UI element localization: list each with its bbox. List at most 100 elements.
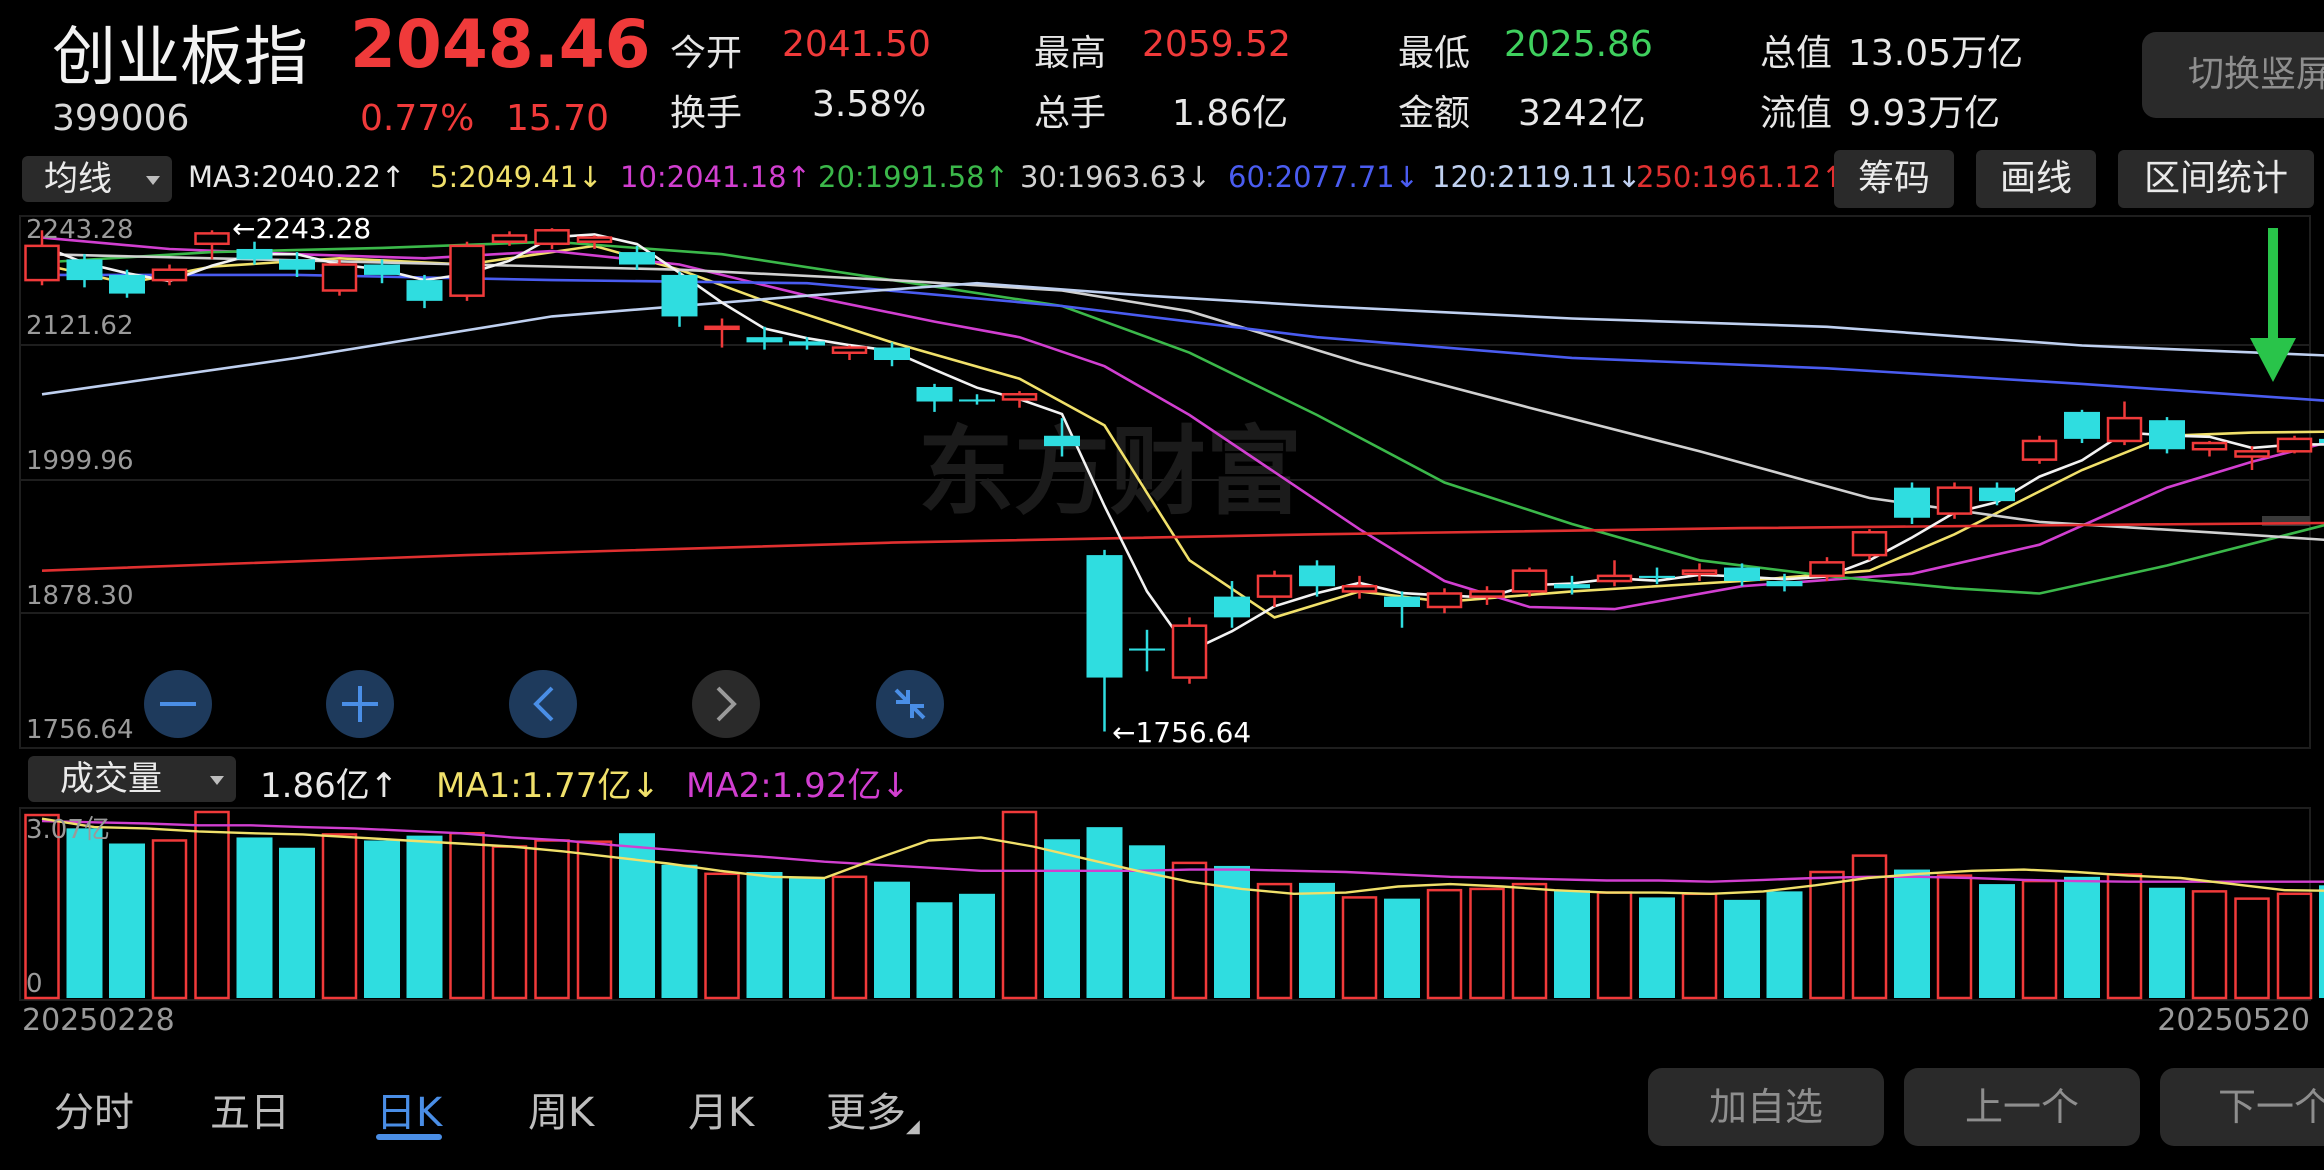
candle-body-up bbox=[1511, 569, 1548, 593]
volume-bar-up bbox=[1936, 874, 1973, 1000]
volume-bar-up bbox=[2191, 890, 2228, 1000]
volume-bar-up bbox=[704, 872, 740, 1000]
candle-body-up bbox=[2191, 441, 2228, 451]
volume-bar-up bbox=[1469, 887, 1505, 1000]
scroll-left-button[interactable] bbox=[509, 670, 577, 738]
volume-bar-down bbox=[2319, 885, 2324, 998]
volume-bar-up bbox=[831, 875, 868, 1000]
caret-down-icon: ◢ bbox=[906, 1116, 920, 1137]
volume-bar-down bbox=[874, 881, 910, 998]
add-watchlist-button[interactable]: 加自选 bbox=[1648, 1068, 1884, 1146]
candle-body-up bbox=[1596, 574, 1633, 583]
candle-body-down bbox=[236, 248, 273, 260]
volume-bar-up bbox=[2276, 892, 2313, 1000]
candle-body-down bbox=[789, 341, 825, 346]
candle-body-up bbox=[1001, 393, 1038, 401]
candle-body-down bbox=[1384, 596, 1420, 607]
volume-bar-down bbox=[2149, 887, 2185, 998]
tab-more-label: 更多 bbox=[826, 1090, 906, 1136]
candle-body-up bbox=[491, 234, 528, 243]
candle-body-down bbox=[1639, 575, 1675, 578]
volume-bar-up bbox=[151, 839, 188, 1000]
previous-button[interactable]: 上一个 bbox=[1904, 1068, 2140, 1146]
start-date: 20250228 bbox=[22, 1003, 175, 1038]
volume-bar-down bbox=[1129, 845, 1165, 998]
tab-weekly-k[interactable]: 周K bbox=[528, 1080, 594, 1138]
volume-bar-down bbox=[789, 878, 825, 998]
scroll-right-button[interactable] bbox=[692, 670, 760, 738]
volume-bar-up bbox=[321, 833, 358, 1000]
candle-body-up bbox=[1851, 531, 1888, 557]
candle-body-down bbox=[1554, 584, 1590, 589]
volume-bar-up bbox=[1256, 882, 1293, 1000]
volume-bar-down bbox=[364, 840, 400, 998]
tab-more[interactable]: 更多◢ bbox=[826, 1080, 920, 1138]
active-tab-indicator bbox=[376, 1134, 442, 1140]
candle-body-down bbox=[2149, 420, 2185, 450]
candle-body-up bbox=[2276, 437, 2313, 453]
candle-body-down bbox=[406, 280, 443, 301]
candle-body-up bbox=[1809, 561, 1845, 578]
volume-bar-up bbox=[2106, 873, 2143, 1000]
volume-bar-up bbox=[2021, 879, 2058, 1000]
candle-body-up bbox=[1681, 569, 1718, 576]
candle-body-up bbox=[831, 346, 868, 354]
candle-body-down bbox=[2064, 411, 2100, 439]
volume-bar-up bbox=[2234, 897, 2270, 1000]
volume-bar-down bbox=[1639, 897, 1675, 998]
candle-body-up bbox=[576, 236, 613, 243]
volume-bar-down bbox=[66, 828, 103, 998]
candle-body-down bbox=[364, 264, 400, 275]
tab-daily-k[interactable]: 日K bbox=[376, 1080, 442, 1138]
end-date: 20250520 bbox=[2157, 1003, 2310, 1038]
candle-body-up bbox=[1469, 590, 1505, 598]
volume-bar-up bbox=[1426, 888, 1463, 1000]
volume-bar-down bbox=[916, 902, 953, 998]
volume-bar-down bbox=[1766, 891, 1803, 998]
reset-zoom-button[interactable] bbox=[876, 670, 944, 738]
zoom-out-button[interactable] bbox=[144, 670, 212, 738]
zoom-in-button[interactable] bbox=[326, 670, 394, 738]
volume-value: 1.86亿↑ bbox=[260, 766, 399, 806]
tab-intraday[interactable]: 分时 bbox=[54, 1080, 134, 1138]
price-axis-label: 2243.28 bbox=[26, 215, 134, 245]
volume-indicator-select[interactable]: 成交量 bbox=[28, 756, 236, 802]
ma-line-250 bbox=[41, 521, 2324, 572]
candle-body-up bbox=[194, 232, 230, 246]
price-axis-label: 1999.96 bbox=[26, 446, 134, 476]
volume-bar-up bbox=[449, 831, 485, 1000]
candle-body-up bbox=[449, 244, 485, 297]
candle-body-up bbox=[1426, 592, 1463, 609]
volume-bar-down bbox=[1086, 827, 1123, 998]
arrow-down-icon bbox=[2250, 228, 2296, 382]
volume-bar-up bbox=[1596, 891, 1633, 1000]
tab-five-day[interactable]: 五日 bbox=[210, 1080, 290, 1138]
candle-body-down bbox=[874, 347, 910, 361]
candle-body-down bbox=[1129, 648, 1165, 651]
candle-body-down bbox=[279, 259, 315, 270]
candle-body-up bbox=[2234, 450, 2270, 458]
candle-body-down bbox=[109, 274, 145, 294]
volume-bar-down bbox=[406, 835, 443, 998]
candle-body-down bbox=[66, 259, 103, 281]
next-button[interactable]: 下一个 bbox=[2160, 1068, 2324, 1146]
candle-body-down bbox=[619, 252, 655, 265]
candle-body-down bbox=[1214, 596, 1250, 618]
volume-axis-top: 3.07亿 bbox=[26, 815, 110, 845]
low-annotation: ←1756.64 bbox=[1112, 716, 1251, 749]
volume-bar-down bbox=[109, 843, 145, 998]
volume-bar-up bbox=[194, 810, 230, 1000]
volume-bar-up bbox=[576, 840, 613, 1000]
volume-bar-up bbox=[1809, 870, 1845, 1000]
candle-body-up bbox=[321, 263, 358, 292]
candle-body-up bbox=[24, 244, 60, 282]
price-axis-label: 2121.62 bbox=[26, 311, 134, 341]
kline-chart[interactable]: 东方财富 2243.28 2121.62 1999.96 1878.30 175… bbox=[0, 0, 2324, 1170]
candle-body-down bbox=[1724, 567, 1760, 582]
volume-bar-down bbox=[236, 837, 273, 998]
tab-monthly-k[interactable]: 月K bbox=[688, 1080, 754, 1138]
candle-body-up bbox=[534, 229, 570, 246]
volume-bar-down bbox=[1724, 899, 1760, 998]
candle-body-down bbox=[916, 386, 953, 402]
candle-body-down bbox=[959, 399, 995, 402]
